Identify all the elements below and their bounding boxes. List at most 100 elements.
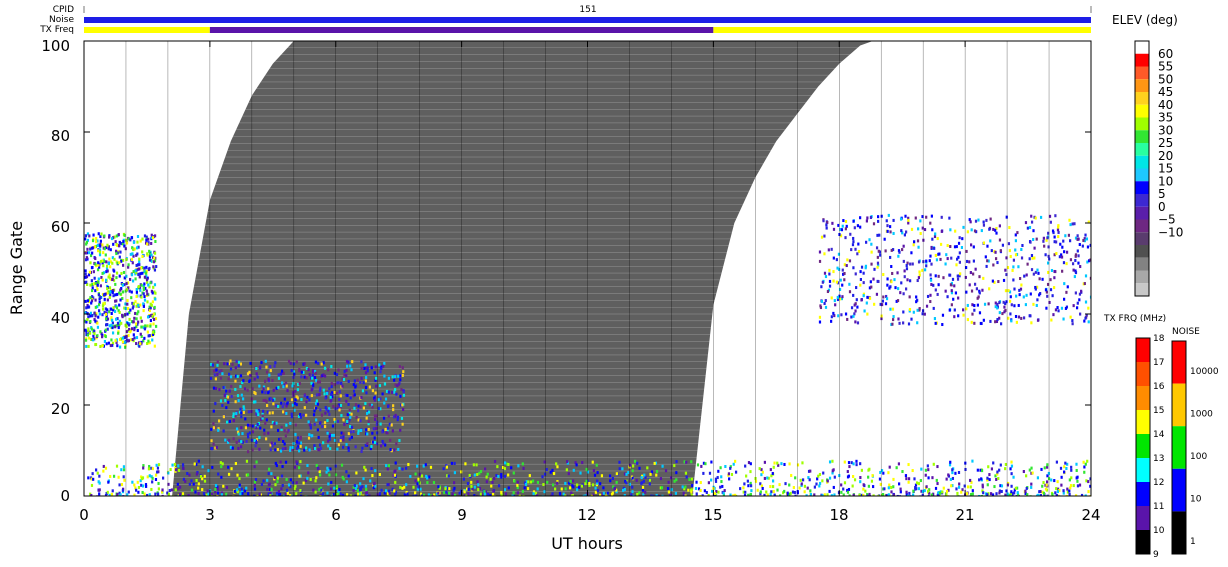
scatter-point [402, 408, 405, 412]
scatter-point [97, 280, 100, 284]
scatter-point [337, 443, 340, 447]
scatter-point [1016, 231, 1019, 235]
scatter-point [931, 228, 934, 232]
scatter-point [1064, 461, 1067, 465]
scatter-point [1030, 485, 1033, 489]
scatter-point [135, 290, 138, 294]
scatter-point [286, 491, 289, 495]
scatter-point [227, 377, 230, 381]
scatter-point [298, 382, 301, 386]
scatter-point [887, 471, 890, 475]
scatter-point [293, 401, 297, 405]
scatter-point [1038, 293, 1041, 297]
elevation-swatch [1135, 194, 1149, 207]
scatter-point [273, 422, 276, 426]
scatter-point [252, 400, 256, 404]
scatter-point [955, 263, 958, 267]
scatter-point [625, 472, 628, 476]
scatter-point [927, 476, 930, 480]
tick-label-y-1: 20 [51, 400, 70, 418]
scatter-point [115, 306, 119, 310]
scatter-point [339, 439, 342, 443]
scatter-point [258, 492, 261, 496]
scatter-point [90, 289, 94, 293]
scatter-point [246, 372, 250, 376]
scatter-point [272, 402, 275, 406]
scatter-point [391, 429, 394, 433]
scatter-point [186, 472, 189, 476]
scatter-point [117, 326, 120, 330]
scatter-point [724, 464, 727, 468]
scatter-point [1031, 256, 1034, 260]
scatter-point [703, 489, 706, 493]
scatter-point [649, 472, 652, 476]
scatter-point [235, 359, 238, 363]
scatter-point [999, 463, 1002, 467]
scatter-point [86, 318, 89, 322]
scatter-point [912, 489, 915, 493]
scatter-point [156, 466, 160, 470]
scatter-point [673, 464, 676, 468]
scatter-point [925, 259, 928, 263]
scatter-point [105, 264, 109, 268]
scatter-point [739, 487, 742, 491]
scatter-point [402, 390, 405, 394]
scatter-point [106, 323, 109, 327]
scatter-point [1055, 460, 1058, 464]
scatter-point [818, 320, 822, 324]
scatter-point [318, 380, 321, 384]
scatter-point [622, 488, 625, 492]
scatter-point [445, 490, 448, 494]
scatter-point [1087, 306, 1090, 310]
scatter-point [140, 325, 143, 329]
scatter-point [133, 328, 136, 332]
scatter-point [228, 419, 231, 423]
scatter-point [572, 468, 575, 472]
scatter-point [380, 488, 383, 492]
scatter-point [542, 483, 545, 487]
scatter-point [606, 491, 609, 495]
scatter-point [1012, 265, 1015, 269]
scatter-point [930, 245, 933, 249]
scatter-point [1087, 490, 1090, 494]
scatter-point [86, 333, 89, 337]
scatter-point [143, 295, 146, 299]
scatter-point [892, 318, 895, 322]
tick-label-y-0: 0 [60, 487, 70, 505]
scatter-point [147, 339, 150, 343]
scatter-point [945, 492, 948, 496]
scatter-point [989, 319, 992, 323]
scatter-point [265, 437, 268, 441]
scatter-point [577, 485, 581, 489]
scatter-point [284, 434, 287, 438]
scatter-point [1080, 289, 1083, 293]
scatter-point [275, 421, 278, 425]
scatter-point [272, 388, 275, 392]
scatter-point [118, 274, 121, 278]
scatter-point [1049, 288, 1053, 292]
scatter-point [1065, 290, 1068, 294]
scatter-point [153, 268, 157, 272]
scatter-point [360, 366, 363, 370]
elevation-swatch [1135, 117, 1149, 131]
scatter-point [117, 331, 120, 335]
scatter-point [948, 463, 952, 467]
scatter-point [140, 283, 143, 287]
scatter-point [311, 373, 314, 377]
scatter-point [268, 467, 271, 471]
tick-label-x-7: 21 [955, 506, 974, 524]
scatter-point [336, 419, 340, 423]
scatter-point [122, 468, 126, 472]
scatter-point [349, 415, 352, 419]
scatter-point [902, 244, 905, 248]
scatter-point [1007, 289, 1010, 293]
scatter-point [130, 257, 133, 261]
scatter-point [941, 313, 945, 317]
scatter-point [1060, 255, 1064, 259]
scatter-point [568, 486, 572, 490]
scatter-point [801, 461, 804, 465]
scatter-point [126, 312, 129, 316]
scatter-point [862, 294, 865, 298]
scatter-point [150, 253, 153, 257]
scatter-point [188, 473, 191, 477]
